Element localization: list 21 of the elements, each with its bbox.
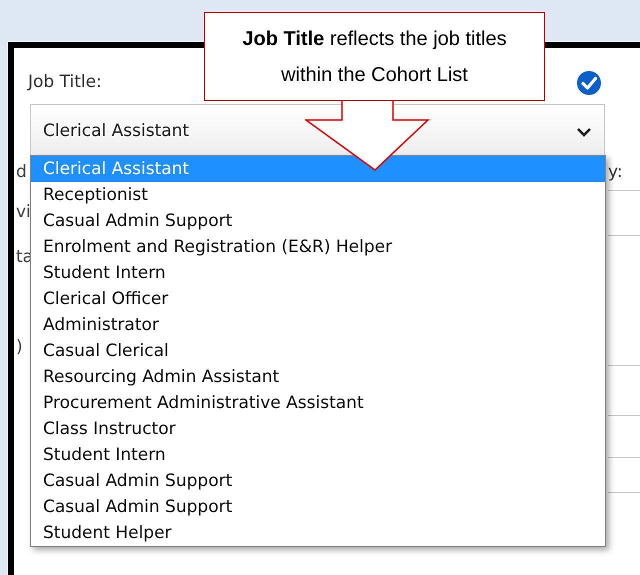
background-label: y: <box>608 161 623 184</box>
background-label: d <box>16 161 27 184</box>
dropdown-option[interactable]: Clerical Officer <box>31 286 605 312</box>
dropdown-option[interactable]: Resourcing Admin Assistant <box>31 364 605 390</box>
dropdown-option[interactable]: Casual Clerical <box>31 338 605 364</box>
dropdown-option[interactable]: Casual Admin Support <box>31 208 605 234</box>
dropdown-option[interactable]: Student Intern <box>31 442 605 468</box>
dropdown-option[interactable]: Class Instructor <box>31 416 605 442</box>
dropdown-option[interactable]: Procurement Administrative Assistant <box>31 390 605 416</box>
background-label: vi <box>16 201 31 224</box>
dropdown-option[interactable]: Student Intern <box>31 260 605 286</box>
dropdown-option[interactable]: Administrator <box>31 312 605 338</box>
chevron-down-icon <box>576 126 592 138</box>
dropdown-option[interactable]: Student Helper <box>31 520 605 546</box>
background-label: ) <box>16 336 23 359</box>
callout-box: Job Title reflects the job titles within the Cohort List <box>204 12 545 101</box>
field-label: Job Title: <box>28 71 102 94</box>
dropdown-option[interactable]: Receptionist <box>31 182 605 208</box>
dropdown-option[interactable]: Casual Admin Support <box>31 494 605 520</box>
dropdown-option[interactable]: Casual Admin Support <box>31 468 605 494</box>
dropdown-option[interactable]: Enrolment and Registration (E&R) Helper <box>31 234 605 260</box>
